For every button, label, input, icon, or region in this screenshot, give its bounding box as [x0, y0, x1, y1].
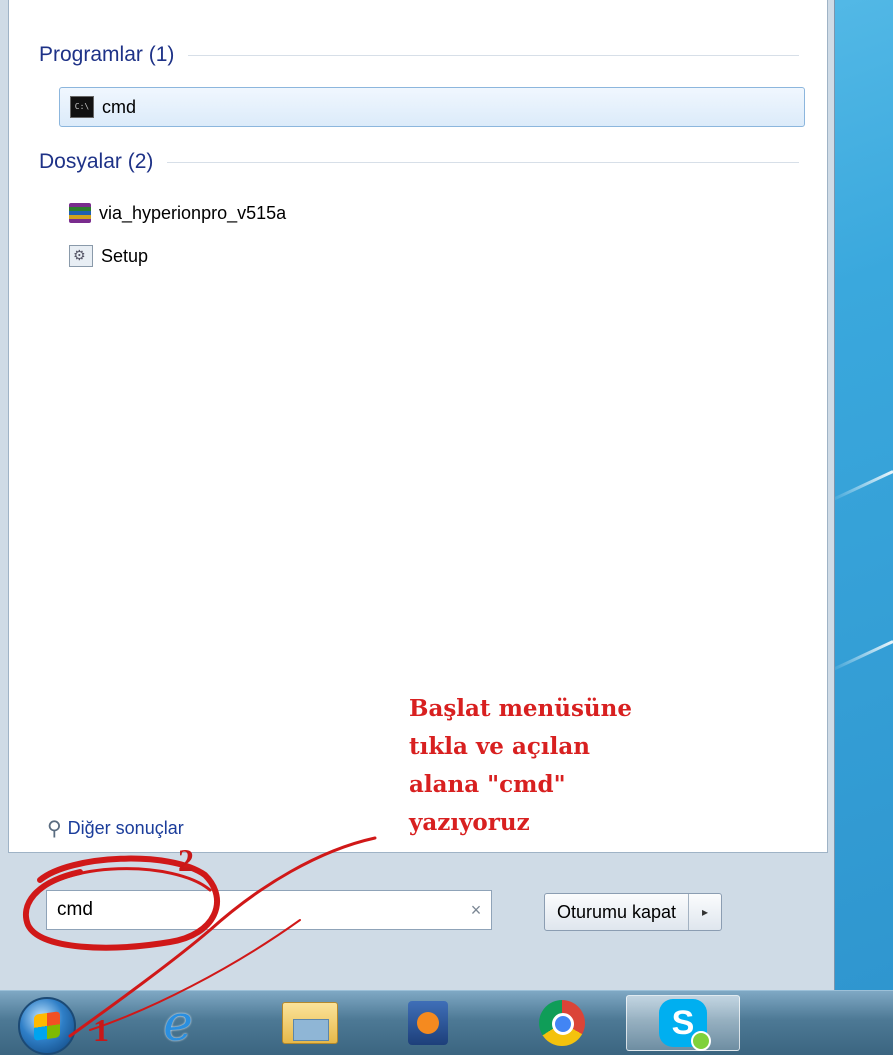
- log-off-button[interactable]: Oturumu kapat: [545, 894, 688, 930]
- annotation-line: Başlat menüsüne: [409, 695, 633, 722]
- search-icon: ⚲: [47, 818, 62, 840]
- media-player-icon: [408, 1001, 448, 1045]
- annotation-step-2: 2: [178, 842, 194, 878]
- annotation-line: yazıyoruz: [409, 809, 530, 836]
- annotation-step-1: 1: [93, 1012, 109, 1048]
- windows-logo-icon: [34, 1011, 60, 1041]
- taskbar-windows-explorer[interactable]: [262, 995, 358, 1051]
- result-item-setup[interactable]: Setup: [59, 237, 148, 275]
- result-item-cmd[interactable]: C:\ cmd: [59, 87, 805, 127]
- start-menu: Programlar (1) C:\ cmd Dosyalar (2) via_…: [0, 0, 835, 990]
- result-label: Setup: [101, 245, 149, 266]
- search-box[interactable]: ×: [46, 890, 492, 930]
- winrar-archive-icon: [69, 203, 91, 223]
- taskbar-media-player[interactable]: [380, 995, 476, 1051]
- divider: [167, 161, 799, 163]
- taskbar: e S: [0, 990, 893, 1055]
- internet-explorer-icon: e: [163, 994, 193, 1052]
- more-results-link[interactable]: ⚲ Diğer sonuçlar: [47, 816, 184, 841]
- group-label: Dosyalar (2): [39, 150, 154, 173]
- taskbar-chrome[interactable]: [514, 995, 610, 1051]
- search-input[interactable]: [47, 898, 461, 922]
- wallpaper-streak: [828, 640, 893, 673]
- taskbar-internet-explorer[interactable]: e: [130, 995, 226, 1051]
- skype-icon: S: [659, 999, 711, 1051]
- windows-explorer-icon: [282, 1002, 338, 1044]
- search-results-panel: Programlar (1) C:\ cmd Dosyalar (2) via_…: [8, 0, 828, 853]
- annotation-line: tıkla ve açılan: [409, 733, 590, 760]
- group-label: Programlar (1): [39, 43, 175, 66]
- result-label: cmd: [102, 96, 137, 117]
- result-item-via-hyperionpro[interactable]: via_hyperionpro_v515a: [59, 194, 286, 232]
- annotation-text: Başlat menüsüne tıkla ve açılan alana "c…: [409, 690, 669, 842]
- taskbar-skype[interactable]: S: [626, 995, 740, 1051]
- group-header-files: Dosyalar (2): [39, 148, 799, 176]
- more-results-label: Diğer sonuçlar: [67, 818, 184, 838]
- result-label: via_hyperionpro_v515a: [99, 202, 287, 223]
- annotation-line: alana "cmd": [409, 771, 566, 798]
- wallpaper-streak: [828, 470, 893, 503]
- shutdown-button-group: Oturumu kapat ▸: [544, 893, 723, 931]
- group-header-programs: Programlar (1): [39, 41, 799, 69]
- chrome-icon: [539, 1000, 585, 1046]
- shutdown-options-arrow-icon[interactable]: ▸: [688, 894, 721, 930]
- start-button[interactable]: [18, 997, 76, 1055]
- divider: [188, 54, 799, 56]
- cmd-icon: C:\: [70, 96, 94, 118]
- setup-file-icon: [69, 245, 93, 267]
- clear-search-icon[interactable]: ×: [461, 900, 491, 921]
